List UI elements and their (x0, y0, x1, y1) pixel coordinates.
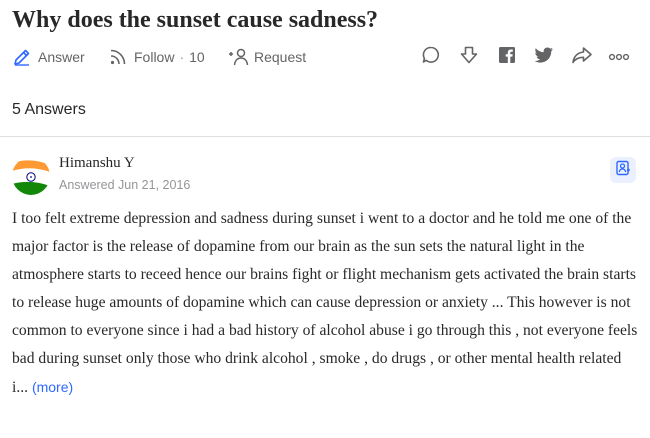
question-title: Why does the sunset cause sadness? (12, 7, 379, 33)
india-flag-avatar (12, 157, 50, 195)
person-plus-icon (228, 47, 250, 67)
twitter-icon (534, 46, 554, 69)
answer-body: I too felt extreme depression and sadnes… (12, 205, 638, 402)
request-button[interactable]: Request (228, 44, 306, 70)
question-action-bar: Answer Follow · 10 Request (12, 44, 640, 70)
more-options-button[interactable] (608, 46, 630, 68)
divider (0, 136, 650, 137)
rss-icon (108, 47, 128, 67)
share-arrow-icon (571, 45, 593, 70)
follow-separator: · (179, 49, 185, 65)
share-button[interactable] (571, 46, 593, 68)
facebook-share-button[interactable] (496, 46, 518, 68)
follow-button[interactable]: Follow · 10 (108, 44, 205, 70)
speech-bubble-icon (421, 45, 441, 70)
author-name[interactable]: Himanshu Y (59, 155, 135, 172)
request-label: Request (254, 49, 307, 65)
twitter-share-button[interactable] (533, 46, 555, 68)
answers-count-heading: 5 Answers (12, 101, 86, 118)
downvote-button[interactable] (458, 46, 480, 68)
ellipsis-icon (608, 48, 630, 66)
answer-text: I too felt extreme depression and sadnes… (12, 210, 638, 396)
answer-label: Answer (38, 49, 85, 65)
comment-button[interactable] (420, 46, 442, 68)
bookmark-person-icon (615, 160, 631, 181)
read-more-link[interactable]: (more) (32, 379, 73, 395)
answer-date[interactable]: Answered Jun 21, 2016 (59, 178, 190, 192)
author-avatar[interactable] (12, 157, 50, 195)
follow-label: Follow (134, 49, 175, 65)
follow-count: 10 (189, 49, 205, 65)
answer-button[interactable]: Answer (12, 44, 85, 70)
bookmark-button[interactable] (610, 157, 636, 183)
facebook-icon (498, 46, 516, 69)
pencil-icon (12, 47, 32, 67)
down-arrow-icon (459, 45, 479, 70)
